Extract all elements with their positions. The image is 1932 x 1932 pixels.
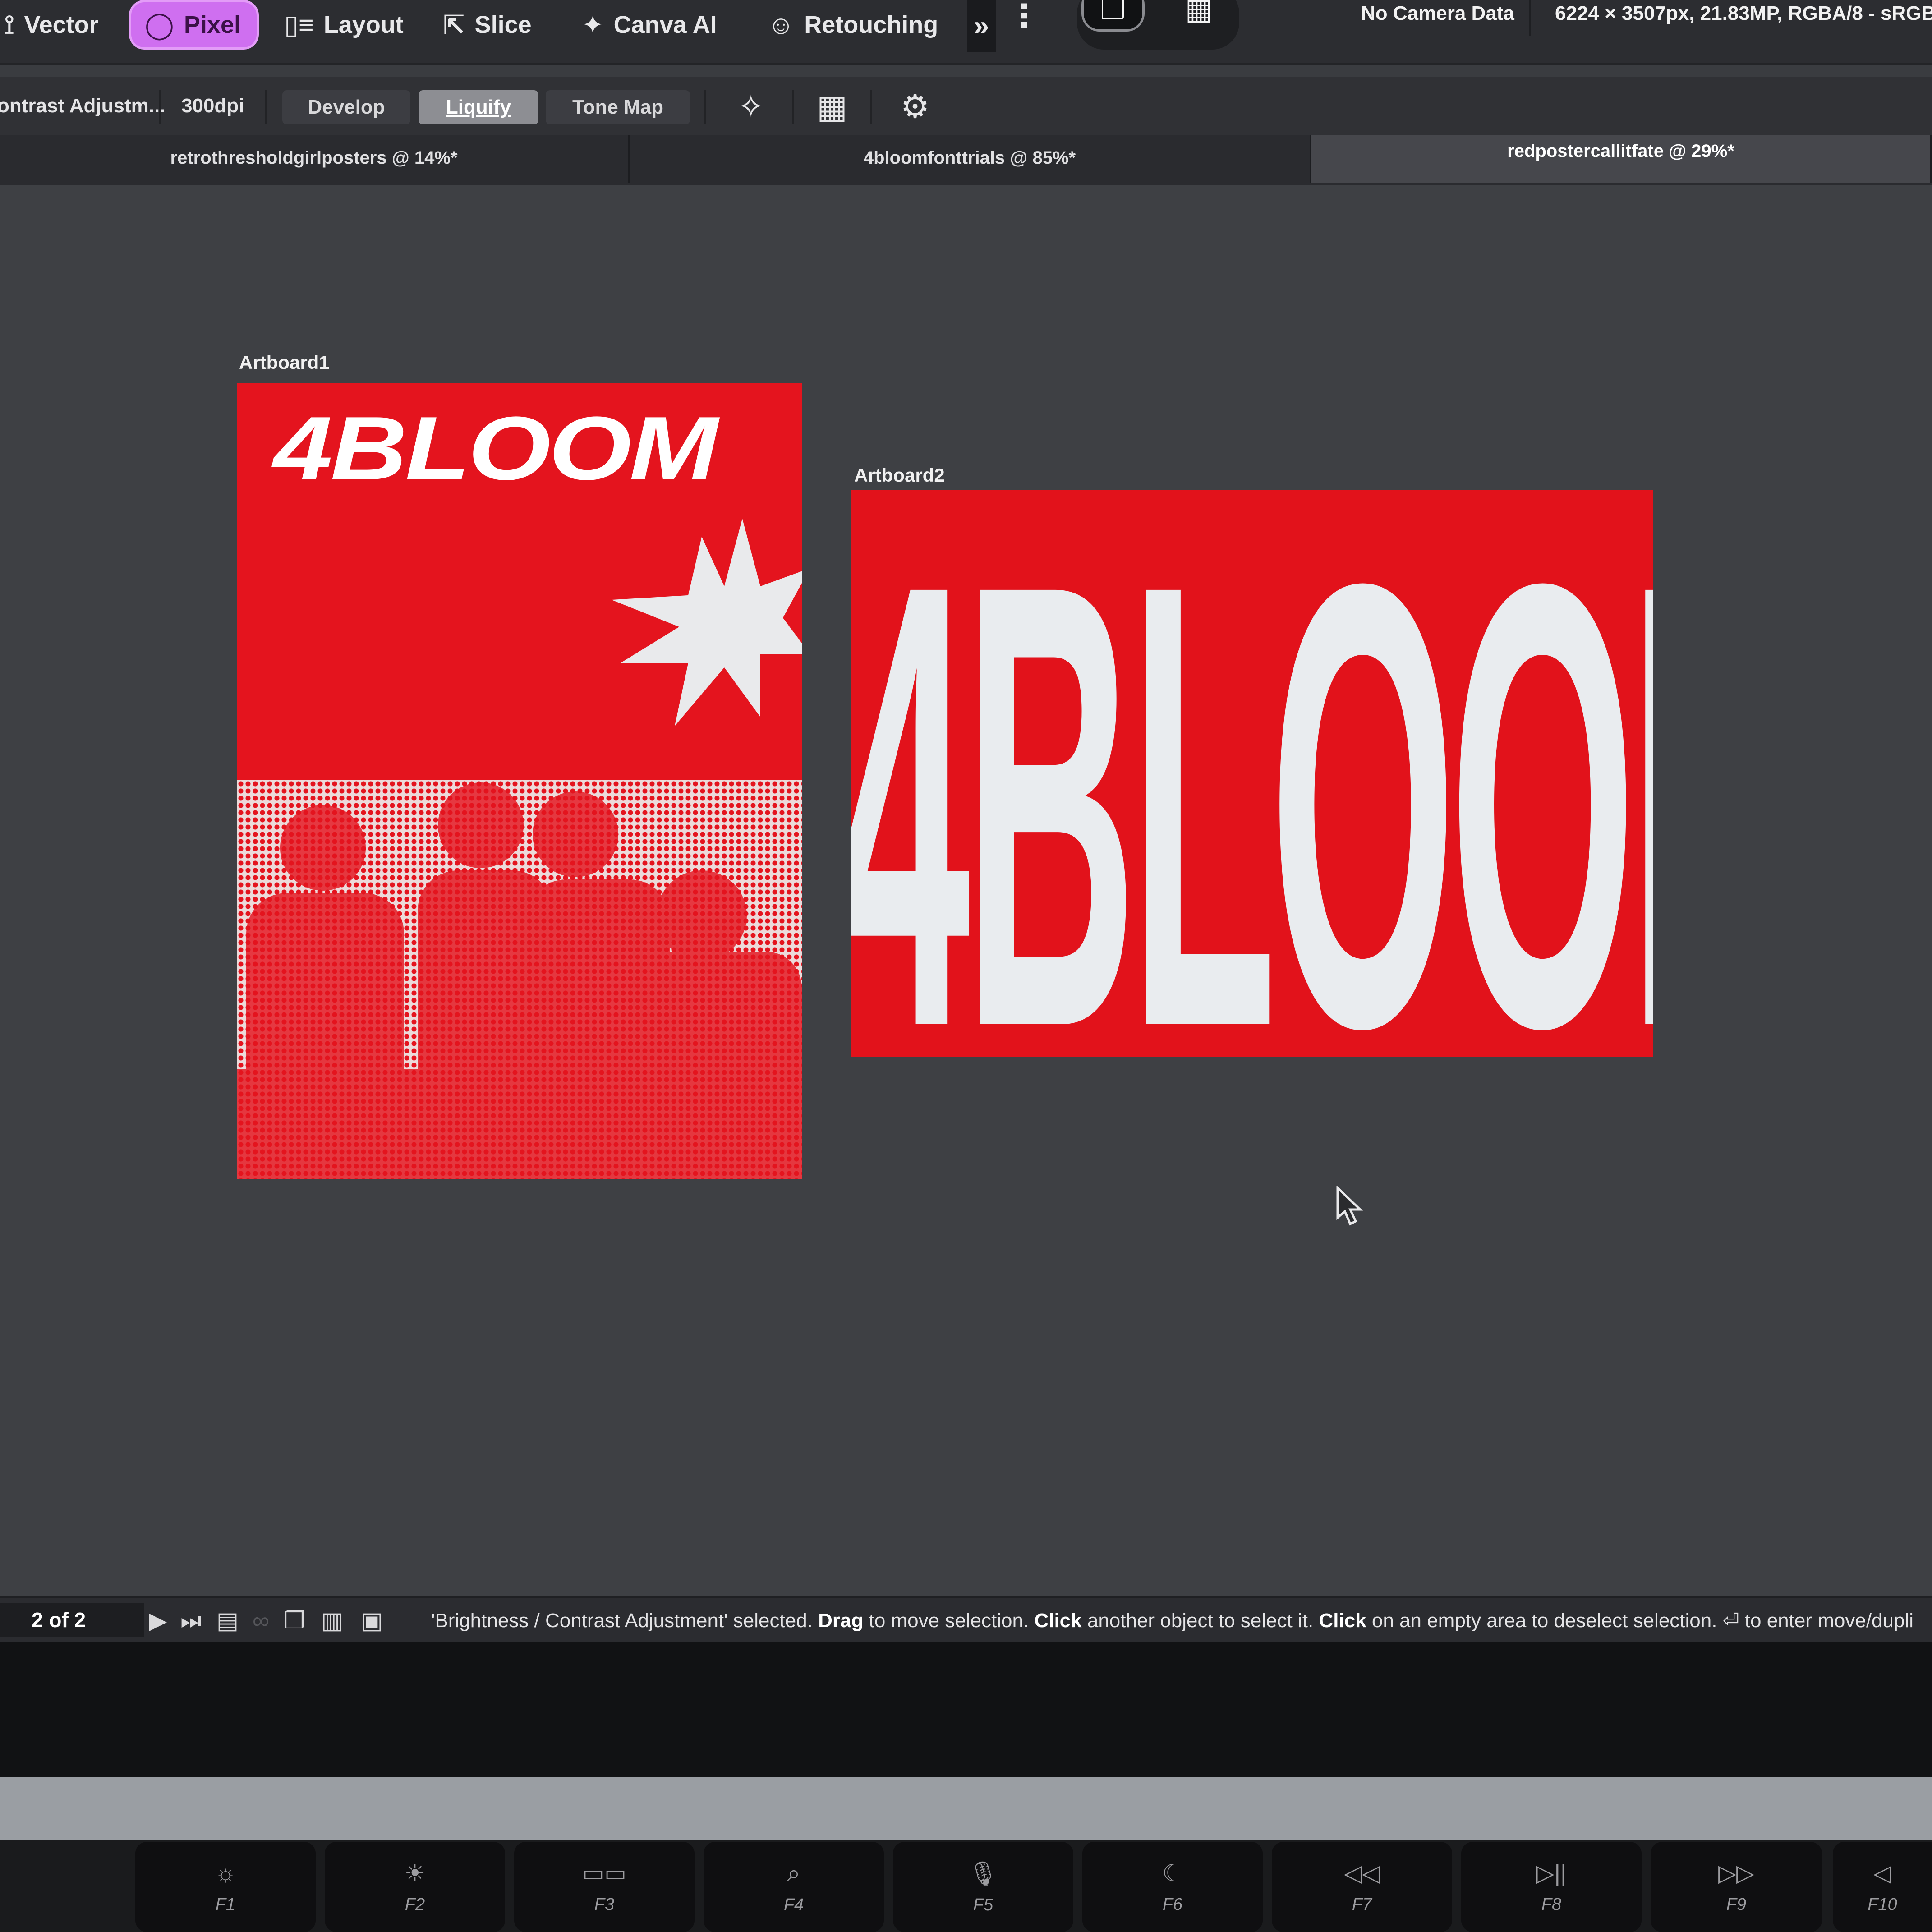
slice-export-icon: ⇱ bbox=[443, 10, 465, 40]
duplicate-page-icon[interactable]: ❐ bbox=[284, 1607, 305, 1634]
person-icon: ☺ bbox=[768, 10, 795, 40]
mouse-cursor-icon bbox=[1336, 1186, 1363, 1226]
grid-icon: ▦ bbox=[1185, 0, 1213, 25]
layout-grid-icon[interactable]: ▦ bbox=[812, 87, 852, 127]
document-tabs: retrothresholdgirlposters @ 14%* 4bloomf… bbox=[0, 135, 1932, 187]
key-f8[interactable]: ▷|| F8 bbox=[1461, 1842, 1642, 1932]
artboard2-label[interactable]: Artboard2 bbox=[854, 465, 945, 486]
key-f6[interactable]: ☾ F6 bbox=[1082, 1842, 1263, 1932]
gear-icon[interactable]: ⚙ bbox=[895, 87, 935, 127]
document-canvas[interactable]: Artboard1 4BLOOM Artboard2 4BLOO bbox=[0, 185, 1932, 1596]
mission-control-icon: ▭▭ bbox=[582, 1860, 627, 1886]
rewind-icon: ◁◁ bbox=[1344, 1860, 1380, 1886]
key-f1[interactable]: ☼ F1 bbox=[135, 1842, 316, 1932]
camera-data-label: No Camera Data bbox=[1361, 2, 1514, 24]
skip-next-icon[interactable]: ⏭ bbox=[180, 1607, 202, 1634]
key-f3[interactable]: ▭▭ F3 bbox=[514, 1842, 695, 1932]
toolbar-divider bbox=[704, 90, 706, 124]
laptop-bezel bbox=[0, 1642, 1932, 1777]
band-silhouettes bbox=[237, 782, 802, 1179]
toolbar-divider bbox=[265, 90, 267, 124]
artboard2-title: 4BLOOM bbox=[851, 490, 1653, 1057]
context-pill-group: ❐ ▦ bbox=[1077, 0, 1239, 50]
artboard1[interactable]: 4BLOOM bbox=[237, 383, 802, 1179]
persona-canva-ai[interactable]: ✦ Canva AI bbox=[568, 0, 731, 50]
studio-link-button[interactable]: ❐ bbox=[1081, 0, 1145, 32]
sparkle-icon: ✦ bbox=[582, 10, 604, 40]
persona-slice[interactable]: ⇱ Slice bbox=[429, 0, 545, 50]
key-f7[interactable]: ◁◁ F7 bbox=[1272, 1842, 1452, 1932]
page-indicator[interactable]: 2 of 2 bbox=[0, 1603, 144, 1637]
do-not-disturb-moon-icon: ☾ bbox=[1162, 1860, 1183, 1886]
persona-retouching[interactable]: ☺ Retouching bbox=[754, 0, 952, 50]
key-f5[interactable]: 🎙 F5 bbox=[893, 1842, 1073, 1932]
document-icon[interactable]: ▥ bbox=[321, 1607, 343, 1634]
artboard1-label[interactable]: Artboard1 bbox=[239, 352, 330, 373]
liquify-button[interactable]: Liquify bbox=[419, 90, 538, 124]
toolbar-divider bbox=[159, 90, 161, 124]
more-personas-button[interactable]: » bbox=[967, 0, 996, 52]
brightness-down-icon: ☼ bbox=[215, 1860, 236, 1886]
page-icon[interactable]: ▤ bbox=[216, 1607, 239, 1634]
persona-layout[interactable]: ▯≡ Layout bbox=[271, 0, 417, 50]
layout-icon: ▯≡ bbox=[284, 10, 314, 40]
tab-retrothresholdgirlposters[interactable]: retrothresholdgirlposters @ 14%* bbox=[0, 135, 630, 183]
band-halftone-photo bbox=[237, 780, 802, 1179]
develop-button[interactable]: Develop bbox=[282, 90, 410, 124]
tab-redpostercallitfate[interactable]: redpostercallitfate @ 29%* bbox=[1311, 135, 1932, 183]
persona-vector[interactable]: ⟟ Vector bbox=[0, 0, 112, 50]
status-hint-message: 'Brightness / Contrast Adjustment' selec… bbox=[431, 1610, 1914, 1632]
kebab-menu-icon[interactable]: ⋮ bbox=[1008, 0, 1040, 36]
brightness-up-icon: ☀ bbox=[404, 1860, 426, 1886]
starburst-shape bbox=[612, 519, 802, 726]
overlay-icon: ❐ bbox=[1100, 0, 1126, 25]
status-bar: 2 of 2 ▶ ⏭ ▤ ∞ ❐ ▥ ▣ 'Brightness / Contr… bbox=[0, 1596, 1932, 1642]
vector-icon: ⟟ bbox=[5, 10, 14, 39]
pixel-icon: ◯ bbox=[145, 10, 174, 40]
header-divider bbox=[1529, 0, 1531, 36]
mute-icon: ◁ bbox=[1873, 1860, 1891, 1886]
artboard1-title: 4BLOOM bbox=[273, 398, 718, 499]
key-f2[interactable]: ☀ F2 bbox=[325, 1842, 505, 1932]
dpi-readout[interactable]: 300dpi bbox=[181, 77, 244, 135]
fast-forward-icon: ▷▷ bbox=[1718, 1860, 1754, 1886]
spotlight-search-icon: ⌕ bbox=[787, 1860, 800, 1886]
key-f4[interactable]: ⌕ F4 bbox=[704, 1842, 884, 1932]
play-icon[interactable]: ▶ bbox=[149, 1607, 167, 1634]
persona-toolbar: ⟟ Vector ◯ Pixel ▯≡ Layout ⇱ Slice ✦ Can… bbox=[0, 0, 1932, 65]
mask-icon[interactable]: ▣ bbox=[361, 1607, 383, 1634]
toolbar-divider bbox=[792, 90, 794, 124]
selected-layer-name[interactable]: ontrast Adjustm... bbox=[0, 77, 165, 135]
app-screen: ⟟ Vector ◯ Pixel ▯≡ Layout ⇱ Slice ✦ Can… bbox=[0, 0, 1932, 1642]
pixel-grid-button[interactable]: ▦ bbox=[1167, 0, 1230, 32]
tone-map-button[interactable]: Tone Map bbox=[546, 90, 690, 124]
artboard2[interactable]: 4BLOOM bbox=[851, 490, 1653, 1057]
toolbar-divider bbox=[870, 90, 872, 124]
key-f9[interactable]: ▷▷ F9 bbox=[1651, 1842, 1822, 1932]
context-toolbar: ontrast Adjustm... 300dpi Develop Liquif… bbox=[0, 77, 1932, 137]
chevron-double-right-icon: » bbox=[973, 10, 989, 41]
return-key-icon: ⏎ bbox=[1722, 1610, 1739, 1632]
key-f10[interactable]: ◁ F10 bbox=[1833, 1842, 1932, 1932]
play-pause-icon: ▷|| bbox=[1536, 1860, 1567, 1886]
dictation-mic-icon: 🎙 bbox=[968, 1861, 998, 1887]
document-info-label: 6224 × 3507px, 21.83MP, RGBA/8 - sRGB bbox=[1555, 2, 1932, 24]
tab-4bloomfonttrials[interactable]: 4bloomfonttrials @ 85%* bbox=[630, 135, 1311, 183]
link-icon[interactable]: ∞ bbox=[253, 1607, 269, 1634]
persona-pixel[interactable]: ◯ Pixel bbox=[129, 0, 259, 50]
auto-sparkle-icon[interactable]: ✧ bbox=[731, 87, 771, 127]
